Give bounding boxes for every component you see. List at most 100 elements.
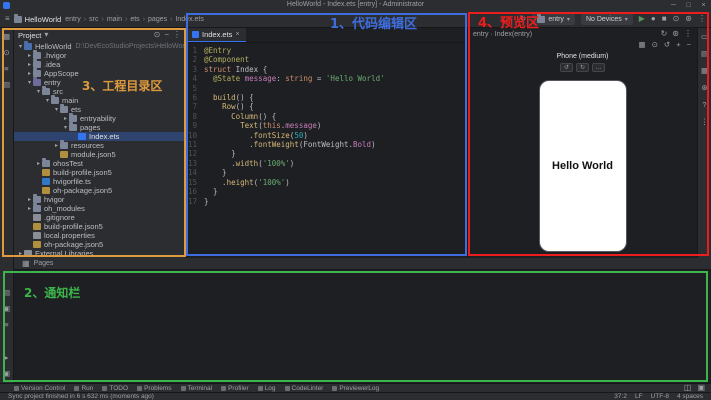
- tree-item-hvigor[interactable]: ▸ hvigor: [14, 194, 185, 204]
- tool-window-button-previewerlog[interactable]: PreviewerLog: [332, 385, 379, 392]
- tree-chevron-icon[interactable]: ▾: [62, 124, 69, 131]
- tree-item-oh-package-json5[interactable]: oh-package.json5: [14, 186, 185, 195]
- debug-icon[interactable]: ●: [651, 14, 656, 24]
- settings-icon[interactable]: ⊛: [672, 29, 679, 39]
- commit-icon[interactable]: ⊙: [3, 48, 9, 58]
- tree-item-hvigorfile-ts[interactable]: hvigorfile.ts: [14, 177, 185, 186]
- gallery-icon[interactable]: ▤: [701, 49, 708, 59]
- components-icon[interactable]: ▦: [701, 66, 708, 76]
- tree-chevron-icon[interactable]: ▸: [53, 142, 60, 149]
- editor-tab-index-ets[interactable]: Index.ets ×: [186, 28, 246, 42]
- inspector-icon[interactable]: ⊙: [652, 40, 658, 51]
- tree-item-ets[interactable]: ▾ ets: [14, 104, 185, 114]
- rotate-left-icon[interactable]: ↺: [560, 63, 573, 72]
- tree-chevron-icon[interactable]: ▸: [35, 160, 42, 167]
- stop-icon[interactable]: ■: [662, 14, 667, 24]
- tree-item-oh-modules[interactable]: ▸ oh_modules: [14, 203, 185, 213]
- zoom-in-icon[interactable]: +: [676, 40, 680, 51]
- breadcrumb-item[interactable]: pages: [148, 16, 167, 23]
- tool-window-button-version-control[interactable]: Version Control: [14, 385, 65, 392]
- tool-window-button-todo[interactable]: TODO: [102, 385, 128, 392]
- tree-item-local-properties[interactable]: local.properties: [14, 231, 185, 240]
- tree-chevron-icon[interactable]: ▸: [26, 196, 33, 203]
- pages-label[interactable]: Pages: [34, 260, 54, 267]
- code-line[interactable]: 10 .fontSize(50): [186, 131, 467, 140]
- tree-chevron-icon[interactable]: ▸: [26, 70, 33, 77]
- maximize-button[interactable]: □: [681, 0, 696, 11]
- tool-window-button-run[interactable]: Run: [74, 385, 93, 392]
- code-line[interactable]: 1 @Entry: [186, 46, 467, 55]
- tree-item-appscope[interactable]: ▸ AppScope: [14, 68, 185, 78]
- close-button[interactable]: ×: [696, 0, 711, 11]
- code-line[interactable]: 2 @Component: [186, 55, 467, 64]
- run-config-selector[interactable]: entry ▾: [532, 13, 575, 25]
- tree-chevron-icon[interactable]: ▾: [44, 97, 51, 104]
- tree-chevron-icon[interactable]: ▾: [35, 88, 42, 95]
- zoom-out-icon[interactable]: −: [687, 40, 691, 51]
- previewer-tab-icon[interactable]: ▭: [701, 32, 708, 42]
- tree-item--idea[interactable]: ▸ .idea: [14, 59, 185, 69]
- breadcrumb-item[interactable]: Index.ets: [175, 16, 203, 23]
- tree-chevron-icon[interactable]: ▾: [53, 106, 60, 113]
- more-icon[interactable]: ⋮: [684, 29, 692, 39]
- locate-icon[interactable]: ⊙: [673, 14, 680, 24]
- tree-item-module-json5[interactable]: module.json5: [14, 150, 185, 159]
- tree-item-pages[interactable]: ▾ pages: [14, 122, 185, 132]
- tree-item-index-ets[interactable]: Index.ets: [14, 132, 185, 141]
- tree-item-oh-package-json5[interactable]: oh-package.json5: [14, 240, 185, 249]
- tree-item-entryability[interactable]: ▸ entryability: [14, 113, 185, 123]
- status-item[interactable]: 4 spaces: [677, 393, 703, 400]
- tool-window-button-codelinter[interactable]: CodeLinter: [284, 385, 323, 392]
- breadcrumb-item[interactable]: entry: [65, 16, 81, 23]
- code-line[interactable]: 15 .height('100%'): [186, 178, 467, 187]
- code-line[interactable]: 14 }: [186, 168, 467, 177]
- tree-chevron-icon[interactable]: ▸: [17, 250, 24, 257]
- project-icon[interactable]: ▦: [3, 32, 10, 42]
- chevron-down-icon[interactable]: ▾: [44, 30, 48, 40]
- code-editor[interactable]: Index.ets × 1 @Entry 2 @Component 3 struct In…: [186, 28, 467, 258]
- code-line[interactable]: 12 }: [186, 149, 467, 158]
- tool-window-button-terminal[interactable]: Terminal: [180, 385, 212, 392]
- bookmarks-icon[interactable]: ▤: [3, 80, 10, 90]
- tree-item--hvigor[interactable]: ▸ .hvigor: [14, 50, 185, 60]
- code-line[interactable]: 3 struct Index {: [186, 65, 467, 74]
- more-icon[interactable]: …: [592, 63, 605, 72]
- code-line[interactable]: 9 Text(this.message): [186, 121, 467, 130]
- breadcrumb-item[interactable]: ets: [130, 16, 139, 23]
- tool-window-button-profiler[interactable]: Profiler: [221, 385, 249, 392]
- code-line[interactable]: 13 .width('100%'): [186, 159, 467, 168]
- tree-item-resources[interactable]: ▸ resources: [14, 140, 185, 150]
- tree-item-main[interactable]: ▾ main: [14, 95, 185, 105]
- more-options-icon[interactable]: ⋮: [173, 30, 181, 40]
- terminal-icon[interactable]: ▸: [5, 353, 9, 363]
- tree-item--gitignore[interactable]: .gitignore: [14, 213, 185, 222]
- project-panel-title[interactable]: Project: [18, 31, 41, 40]
- tree-chevron-icon[interactable]: ▸: [26, 205, 33, 212]
- code-line[interactable]: 16 }: [186, 187, 467, 196]
- tree-chevron-icon[interactable]: ▸: [26, 52, 33, 59]
- help-icon[interactable]: ?: [702, 100, 706, 110]
- todo-icon[interactable]: ▣: [3, 304, 10, 314]
- code-line[interactable]: 7 Row() {: [186, 102, 467, 111]
- rotate-right-icon[interactable]: ↻: [576, 63, 589, 72]
- status-item[interactable]: UTF-8: [651, 393, 669, 400]
- tool-window-button-problems[interactable]: Problems: [137, 385, 172, 392]
- more-icon[interactable]: ⋮: [698, 14, 706, 24]
- settings-icon[interactable]: ⊛: [701, 83, 707, 93]
- settings-icon[interactable]: ⊛: [685, 14, 692, 24]
- run-icon[interactable]: ▶: [639, 14, 645, 24]
- code-line[interactable]: 8 Column() {: [186, 112, 467, 121]
- close-icon[interactable]: ×: [235, 31, 239, 38]
- code-line[interactable]: 4 @State message: string = 'Hello World': [186, 74, 467, 83]
- structure-icon[interactable]: ≡: [4, 64, 8, 74]
- code-line[interactable]: 11 .fontWeight(FontWeight.Bold): [186, 140, 467, 149]
- status-item[interactable]: LF: [635, 393, 643, 400]
- collapse-all-icon[interactable]: −: [164, 30, 169, 40]
- tree-item-build-profile-json5[interactable]: build-profile.json5: [14, 222, 185, 231]
- device-selector[interactable]: No Devices ▾: [580, 13, 633, 25]
- notifications-icon[interactable]: ▤: [3, 288, 10, 298]
- tree-chevron-icon[interactable]: ▸: [62, 115, 69, 122]
- project-widget[interactable]: HelloWorld: [13, 13, 61, 24]
- tree-item-build-profile-json5[interactable]: build-profile.json5: [14, 168, 185, 177]
- code-line[interactable]: 6 build() {: [186, 93, 467, 102]
